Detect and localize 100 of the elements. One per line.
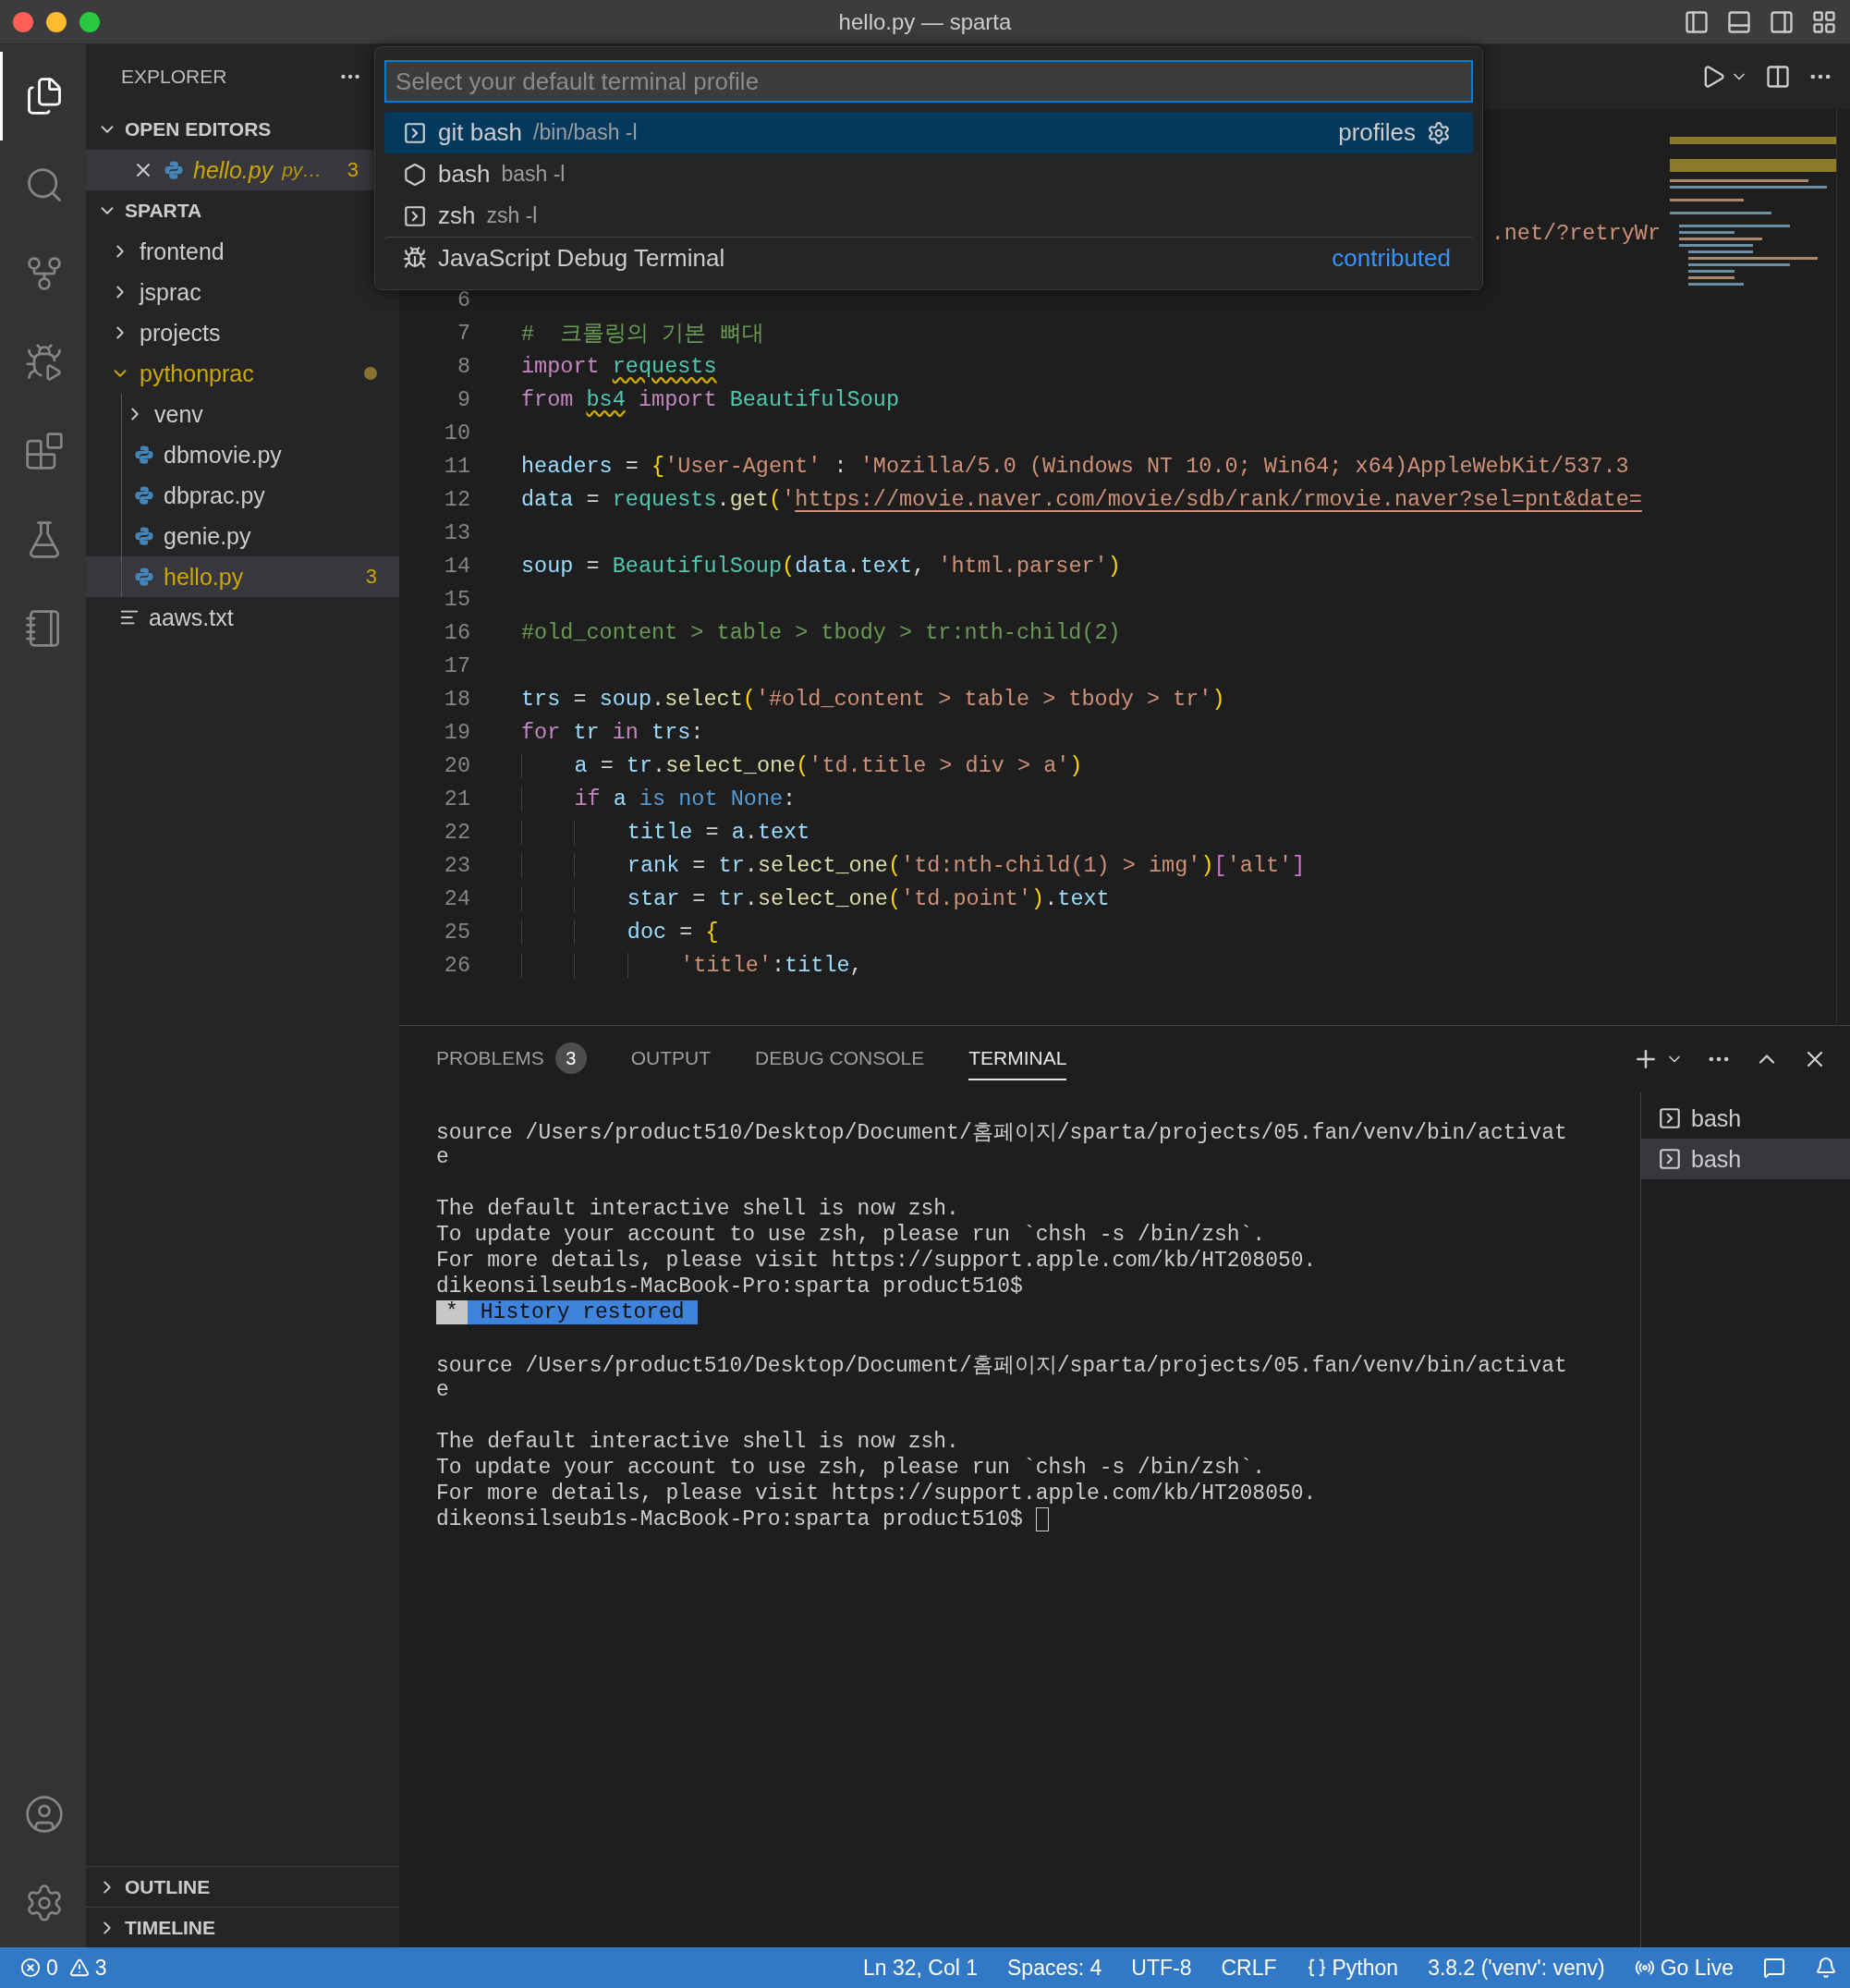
code-line: import requests — [521, 353, 717, 379]
status-item[interactable]: CRLF — [1221, 1955, 1277, 1981]
status-item[interactable]: 3.8.2 ('venv': venv) — [1428, 1955, 1605, 1981]
terminal-line: source /Users/product510/Desktop/Document/홈페이지/sparta/projects/05.fan/venv/bin/activat — [436, 1352, 1567, 1379]
code-line: trs = soup.select('#old_content > table > tbody > tr') — [521, 686, 1225, 712]
file-description: py… — [282, 159, 323, 181]
terminal-instance[interactable]: bash — [1641, 1139, 1850, 1179]
panel-tab[interactable]: PROBLEMS 3 — [436, 1033, 587, 1085]
problem-count: 3 — [365, 565, 377, 589]
status-item[interactable]: 3 — [68, 1955, 107, 1981]
tree-item[interactable]: dbprac.py — [86, 475, 399, 516]
terminal-line: dikeonsilseub1s-MacBook-Pro:sparta product510$ — [436, 1507, 1023, 1531]
status-item[interactable]: UTF-8 — [1131, 1955, 1192, 1981]
profile-name: git bash — [438, 118, 523, 147]
profile-item[interactable]: git bash /bin/bash -l profiles — [384, 112, 1473, 153]
maximize-button[interactable] — [79, 11, 100, 32]
code-line: 'title':title, — [521, 952, 863, 978]
split-editor-icon[interactable] — [1765, 64, 1791, 90]
minimize-button[interactable] — [46, 11, 67, 32]
group-label: contributed — [1332, 243, 1451, 273]
layout-icon[interactable] — [1811, 8, 1837, 35]
line-number: 17 — [443, 653, 471, 678]
line-number: 16 — [443, 619, 471, 645]
tree-item[interactable]: pythonprac — [86, 353, 399, 394]
panel-toggle-icon[interactable] — [1726, 8, 1752, 35]
line-number: 26 — [443, 952, 471, 978]
window-title: hello.py — sparta — [838, 8, 1012, 35]
tree-item[interactable]: dbmovie.py — [86, 434, 399, 475]
terminal-line: The default interactive shell is now zsh. — [436, 1430, 959, 1454]
python-file-icon — [134, 526, 154, 546]
terminal-line: source /Users/product510/Desktop/Document/홈페이지/sparta/projects/05.fan/venv/bin/activat — [436, 1119, 1567, 1146]
code-line: star = tr.select_one('td.point').text — [521, 885, 1110, 911]
code-line: .net/?retryWr — [1491, 220, 1661, 246]
notifications-icon[interactable] — [1815, 1957, 1837, 1979]
status-item[interactable]: Python — [1306, 1955, 1399, 1981]
status-item[interactable]: Ln 32, Col 1 — [862, 1955, 978, 1981]
sidebar-toggle-icon[interactable] — [1684, 8, 1710, 35]
terminal-icon — [403, 203, 427, 228]
line-number: 21 — [443, 786, 471, 811]
panel-tab[interactable]: TERMINAL — [968, 1038, 1067, 1080]
code-line: #old_content > table > tbody > tr:nth-child(2) — [521, 619, 1121, 645]
error-icon — [20, 1958, 41, 1978]
profile-name: zsh — [438, 201, 476, 230]
panel-tab[interactable]: OUTPUT — [630, 1038, 712, 1080]
history-banner: History restored — [467, 1300, 698, 1324]
close-window-button[interactable] — [13, 11, 33, 32]
code-line: soup = BeautifulSoup(data.text, 'html.parser') — [521, 553, 1121, 579]
code-line: headers = {'User-Agent' : 'Mozilla/5.0 (Windows NT 10.0; Win64; x64)AppleWebKit/537.3 — [521, 453, 1629, 479]
tree-item[interactable]: aaws.txt — [86, 597, 399, 638]
status-item[interactable]: Spaces: 4 — [1007, 1955, 1102, 1981]
line-number: 10 — [443, 420, 471, 445]
hexagon-icon — [403, 162, 427, 187]
profile-name: bash — [438, 160, 491, 189]
terminal-icon — [1658, 1106, 1682, 1130]
feedback-icon[interactable] — [1763, 1957, 1785, 1979]
terminal-line: For more details, please visit https://support.apple.com/kb/HT208050. — [436, 1482, 1317, 1506]
line-number: 18 — [443, 686, 471, 712]
panel-tab[interactable]: DEBUG CONSOLE — [755, 1038, 925, 1080]
line-number: 24 — [443, 885, 471, 911]
secondary-sidebar-icon[interactable] — [1769, 8, 1795, 35]
sidebar-title: EXPLORER — [121, 66, 227, 88]
terminal-instance[interactable]: bash — [1641, 1098, 1850, 1139]
search-field[interactable]: Select your default terminal profile — [384, 60, 1473, 103]
line-number: 6 — [456, 287, 471, 312]
terminal-line: dikeonsilseub1s-MacBook-Pro:sparta product510$ — [436, 1275, 1023, 1299]
code-line: for tr in trs: — [521, 719, 704, 745]
line-number: 14 — [443, 553, 471, 579]
tree-item[interactable]: hello.py 3 — [86, 556, 399, 597]
profiles-link[interactable]: profiles — [1338, 118, 1416, 147]
tree-item[interactable]: projects — [86, 312, 399, 353]
profile-command: zsh -l — [486, 203, 538, 228]
profile-item[interactable]: JavaScript Debug Terminal contributed — [384, 237, 1473, 278]
line-number: 13 — [443, 519, 471, 545]
code-line: doc = { — [521, 919, 719, 945]
terminal-line: e — [436, 1145, 449, 1169]
terminal-icon — [403, 120, 427, 145]
line-number: 7 — [456, 320, 471, 346]
status-item[interactable]: Go Live — [1634, 1955, 1734, 1981]
status-item[interactable]: 0 — [20, 1955, 58, 1981]
line-number: 15 — [443, 586, 471, 612]
line-number: 11 — [443, 453, 471, 479]
bug-icon — [403, 246, 427, 270]
warning-dot — [364, 367, 377, 380]
line-number: 12 — [443, 486, 471, 512]
settings-icon[interactable] — [1427, 120, 1451, 145]
line-number: 8 — [456, 353, 471, 379]
code-line: title = a.text — [521, 819, 810, 845]
terminal-icon — [1658, 1147, 1682, 1171]
code-line: # 크롤링의 기본 뼈대 — [521, 321, 764, 348]
warning-icon — [68, 1958, 90, 1978]
section-header[interactable]: OUTLINE — [86, 1866, 399, 1907]
terminal-line: For more details, please visit https://support.apple.com/kb/HT208050. — [436, 1249, 1317, 1273]
terminal-line: e — [436, 1378, 449, 1402]
profile-command: /bin/bash -l — [533, 120, 638, 145]
code-line: rank = tr.select_one('td:nth-child(1) > img')['alt'] — [521, 852, 1306, 878]
tree-item[interactable]: venv — [86, 394, 399, 434]
code-line: a = tr.select_one('td.title > div > a') — [521, 752, 1083, 778]
line-number: 20 — [443, 752, 471, 778]
code-line: from bs4 import BeautifulSoup — [521, 386, 899, 412]
python-file-icon — [134, 445, 154, 465]
